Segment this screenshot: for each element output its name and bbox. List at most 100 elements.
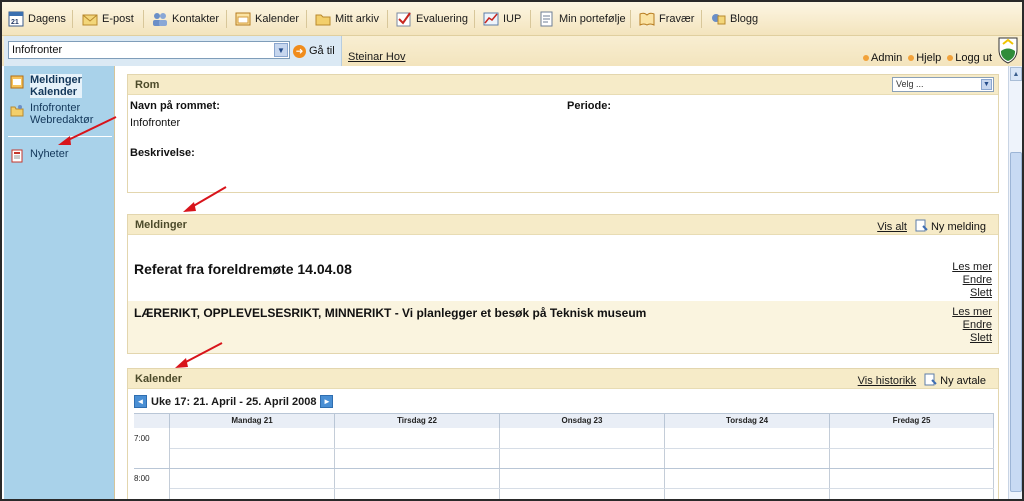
new-document-icon <box>924 373 937 389</box>
admin-link[interactable]: Admin <box>863 52 902 64</box>
room-name-label: Navn på rommet: <box>130 100 220 112</box>
sidebar-item-meldinger[interactable]: Meldinger Kalender <box>10 74 82 98</box>
room-panel-header: Rom Velg ... ▼ <box>128 75 998 95</box>
main-content: Rom Velg ... ▼ Navn på rommet: Infofront… <box>114 66 1010 499</box>
sub-bar: Infofronter ▼ ➜ Gå til Steinar Hov Admin… <box>2 36 1022 66</box>
svg-text:21: 21 <box>11 19 19 26</box>
news-icon <box>10 149 24 163</box>
bullet-icon <box>863 55 870 62</box>
folder-user-icon <box>10 103 24 117</box>
new-appointment-button[interactable]: Ny avtale <box>924 373 986 389</box>
nav-fravaer[interactable]: Fravær <box>639 9 694 29</box>
new-message-button[interactable]: Ny melding <box>915 219 986 235</box>
message-title[interactable]: Referat fra foreldremøte 14.04.08 <box>134 261 352 277</box>
nav-blogg[interactable]: Blogg <box>710 9 758 29</box>
envelope-icon <box>82 11 98 27</box>
read-more-link[interactable]: Les mer <box>952 306 992 319</box>
nav-mitt-arkiv[interactable]: Mitt arkiv <box>315 9 379 29</box>
nav-kontakter[interactable]: Kontakter <box>152 9 219 29</box>
previous-week-button[interactable]: ◄ <box>134 395 147 408</box>
calendar-icon <box>235 11 251 27</box>
week-navigation: ◄ Uke 17: 21. April - 25. April 2008 ► <box>134 395 334 408</box>
scrollbar-thumb[interactable] <box>1010 152 1022 492</box>
nav-e-post[interactable]: E-post <box>82 9 134 29</box>
chevron-down-icon: ▼ <box>981 79 992 90</box>
nav-dagens[interactable]: 21 Dagens <box>8 9 66 29</box>
message-item: LÆRERIKT, OPPLEVELSESRIKT, MINNERIKT - V… <box>128 301 998 353</box>
day-header: Onsdag 23 <box>500 414 665 428</box>
contacts-icon <box>152 11 168 27</box>
chart-icon <box>483 11 499 27</box>
day-header: Tirsdag 22 <box>335 414 500 428</box>
school-logo <box>998 37 1018 64</box>
messages-panel: Meldinger Vis alt Ny melding Referat fra… <box>127 214 999 354</box>
edit-link[interactable]: Endre <box>952 274 992 287</box>
calendar-grid: Mandag 21 Tirsdag 22 Onsdag 23 Torsdag 2… <box>134 413 994 499</box>
edit-link[interactable]: Endre <box>952 319 992 332</box>
logout-link[interactable]: Logg ut <box>947 52 992 64</box>
calendar-title: Kalender <box>135 373 183 385</box>
messages-panel-header: Meldinger Vis alt Ny melding <box>128 215 998 235</box>
checkmark-icon <box>396 11 412 27</box>
room-select[interactable]: Infofronter ▼ <box>8 41 290 59</box>
day-column[interactable] <box>665 428 830 499</box>
nav-iup[interactable]: IUP <box>483 9 521 29</box>
next-week-button[interactable]: ► <box>320 395 334 408</box>
help-link[interactable]: Hjelp <box>908 52 941 64</box>
calendar-21-icon: 21 <box>8 11 24 27</box>
nav-min-portefolje[interactable]: Min portefølje <box>539 9 626 29</box>
grid-line <box>170 488 994 489</box>
book-icon <box>639 11 655 27</box>
day-header: Mandag 21 <box>170 414 335 428</box>
user-link[interactable]: Steinar Hov <box>348 51 405 63</box>
room-name-value: Infofronter <box>130 117 181 129</box>
messages-icon <box>10 75 24 89</box>
nav-evaluering[interactable]: Evaluering <box>396 9 468 29</box>
day-column[interactable] <box>500 428 665 499</box>
day-column[interactable] <box>335 428 500 499</box>
delete-link[interactable]: Slett <box>952 332 992 345</box>
room-title: Rom <box>135 79 160 91</box>
bullet-icon <box>947 55 954 62</box>
sidebar-divider <box>8 136 112 137</box>
time-label: 7:00 <box>134 434 150 443</box>
day-header: Torsdag 24 <box>665 414 830 428</box>
sidebar-item-infofronter[interactable]: Infofronter Webredaktør <box>10 102 93 126</box>
top-navigation: 21 Dagens E-post Kontakter Kalender Mitt… <box>2 2 1022 36</box>
app-window: 21 Dagens E-post Kontakter Kalender Mitt… <box>0 0 1024 501</box>
nav-kalender[interactable]: Kalender <box>235 9 299 29</box>
delete-link[interactable]: Slett <box>952 287 992 300</box>
new-document-icon <box>915 219 928 235</box>
chevron-down-icon: ▼ <box>274 43 288 57</box>
period-label: Periode: <box>567 100 612 112</box>
portfolio-icon <box>539 11 555 27</box>
day-header: Fredag 25 <box>830 414 994 428</box>
time-label: 8:00 <box>134 474 150 483</box>
description-label: Beskrivelse: <box>130 147 195 159</box>
blog-icon <box>710 11 726 27</box>
scroll-up-button[interactable]: ▲ <box>1010 67 1022 81</box>
message-title[interactable]: LÆRERIKT, OPPLEVELSESRIKT, MINNERIKT - V… <box>134 306 646 320</box>
grid-line <box>170 448 994 449</box>
time-column-header <box>134 414 170 428</box>
show-all-link[interactable]: Vis alt <box>877 221 907 233</box>
sidebar-item-nyheter[interactable]: Nyheter <box>10 148 69 163</box>
archive-icon <box>315 11 331 27</box>
header-links: Admin Hjelp Logg ut <box>863 52 992 64</box>
day-column[interactable] <box>170 428 335 499</box>
calendar-panel: Kalender Vis historikk Ny avtale ◄ Uke 1… <box>127 368 999 499</box>
room-selector-area: Infofronter ▼ ➜ Gå til <box>4 36 342 66</box>
day-column[interactable] <box>830 428 994 499</box>
show-history-link[interactable]: Vis historikk <box>858 375 916 387</box>
message-item: Referat fra foreldremøte 14.04.08 Les me… <box>128 235 998 301</box>
week-label: Uke 17: 21. April - 25. April 2008 <box>151 395 317 408</box>
calendar-panel-header: Kalender Vis historikk Ny avtale <box>128 369 998 389</box>
read-more-link[interactable]: Les mer <box>952 261 992 274</box>
room-action-select[interactable]: Velg ... ▼ <box>892 77 994 92</box>
sidebar: Meldinger Kalender Infofronter Webredakt… <box>4 66 114 499</box>
arrow-right-icon: ➜ <box>293 44 306 58</box>
bullet-icon <box>908 55 915 62</box>
goto-button[interactable]: ➜ Gå til <box>293 43 335 59</box>
vertical-scrollbar[interactable]: ▲ <box>1008 66 1022 499</box>
grid-line <box>134 468 994 469</box>
